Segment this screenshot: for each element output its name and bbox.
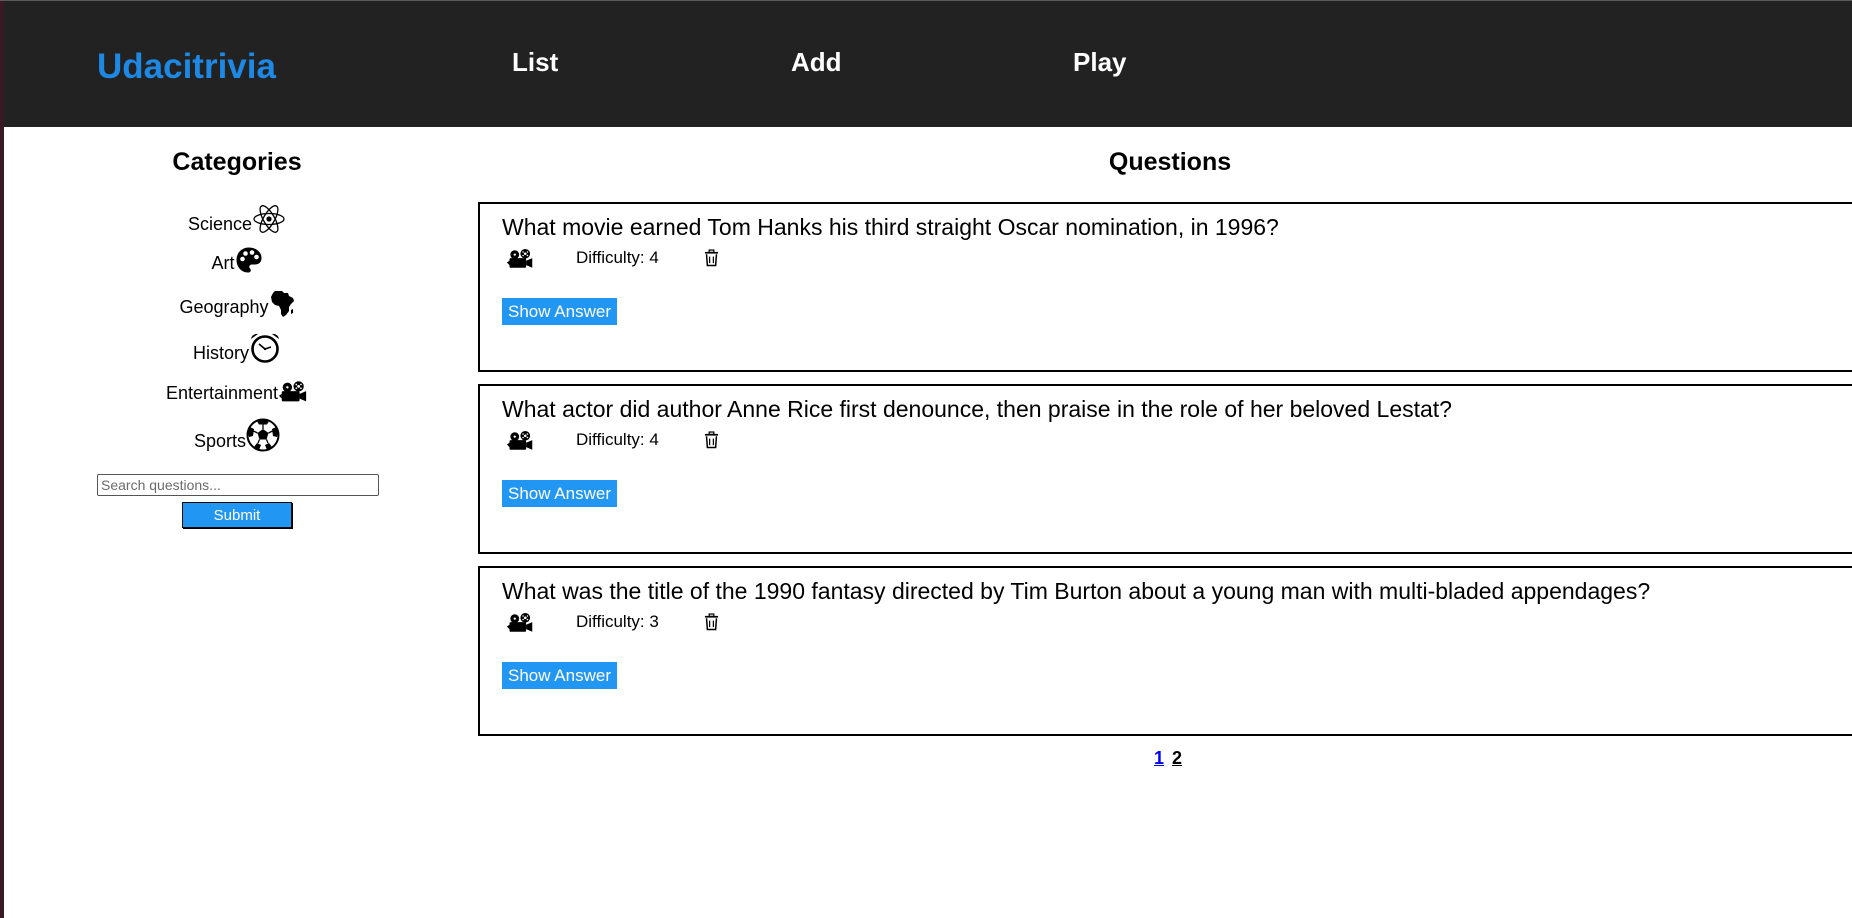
trash-icon[interactable] [704, 249, 719, 267]
window-edge [0, 0, 4, 918]
question-card: What was the title of the 1990 fantasy d… [478, 566, 1852, 736]
category-label: Sports [193, 431, 247, 451]
film-camera-icon [506, 612, 534, 634]
category-label: Geography [179, 297, 269, 317]
film-camera-icon [506, 248, 534, 270]
category-geography[interactable]: Geography [0, 290, 474, 318]
pagination: 12 [1154, 748, 1190, 769]
nav-add[interactable]: Add [791, 47, 842, 78]
nav-play[interactable]: Play [1073, 47, 1127, 78]
question-text: What was the title of the 1990 fantasy d… [502, 578, 1651, 604]
alarm-clock-icon [251, 333, 279, 363]
category-label: Science [187, 214, 253, 234]
film-camera-icon [278, 380, 308, 404]
category-label: Art [211, 253, 235, 273]
atom-icon [253, 205, 285, 233]
questions-heading: Questions [1108, 148, 1232, 176]
show-answer-button[interactable]: Show Answer [502, 298, 617, 325]
show-answer-button[interactable]: Show Answer [502, 480, 617, 507]
question-text: What movie earned Tom Hanks his third st… [502, 214, 1279, 240]
category-sports[interactable]: Sports [0, 418, 474, 452]
difficulty-label: Difficulty: 4 [576, 430, 659, 449]
categories-heading: Categories [172, 148, 302, 176]
search-input[interactable] [97, 474, 379, 496]
nav-list[interactable]: List [512, 47, 558, 78]
app-header: Udacitrivia List Add Play [4, 1, 1852, 127]
page-link-1[interactable]: 1 [1154, 748, 1164, 768]
brand-logo[interactable]: Udacitrivia [97, 47, 276, 87]
palette-icon [236, 247, 261, 273]
question-card: What actor did author Anne Rice first de… [478, 384, 1852, 554]
difficulty-label: Difficulty: 3 [576, 612, 659, 631]
soccer-ball-icon [246, 418, 280, 452]
trash-icon[interactable] [704, 613, 719, 631]
category-label: Entertainment [165, 383, 279, 403]
category-label: History [192, 343, 249, 363]
show-answer-button[interactable]: Show Answer [502, 662, 617, 689]
category-art[interactable]: Art [0, 246, 474, 274]
category-science[interactable]: Science [0, 203, 474, 235]
africa-icon [270, 291, 294, 317]
film-camera-icon [506, 430, 534, 452]
question-text: What actor did author Anne Rice first de… [502, 396, 1452, 422]
difficulty-label: Difficulty: 4 [576, 248, 659, 267]
page-link-2[interactable]: 2 [1172, 748, 1182, 768]
category-entertainment[interactable]: Entertainment [0, 380, 474, 404]
question-card: What movie earned Tom Hanks his third st… [478, 202, 1852, 372]
category-history[interactable]: History [0, 332, 474, 364]
trash-icon[interactable] [704, 431, 719, 449]
submit-button[interactable]: Submit [182, 502, 292, 528]
